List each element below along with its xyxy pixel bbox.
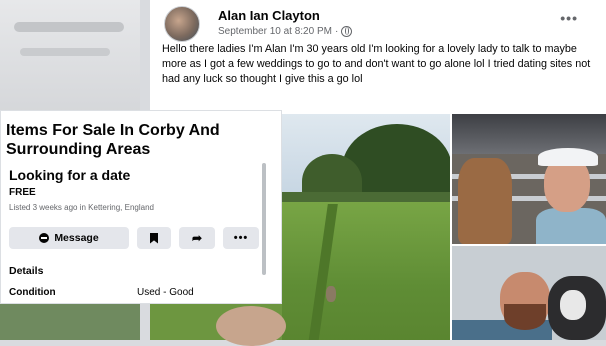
message-button[interactable]: Message bbox=[9, 227, 129, 249]
listing-price: FREE bbox=[9, 187, 36, 198]
more-dots-icon[interactable]: ••• bbox=[560, 10, 578, 26]
group-title: Items For Sale In Corby And Surrounding … bbox=[6, 122, 220, 158]
photo-bottom-strip bbox=[150, 302, 286, 346]
bookmark-icon bbox=[150, 232, 158, 244]
photo-dog-face bbox=[560, 290, 586, 320]
more-dots-icon: ••• bbox=[233, 232, 249, 244]
condition-value: Used - Good bbox=[137, 287, 194, 298]
details-heading: Details bbox=[9, 265, 44, 277]
blurred-text-line bbox=[14, 22, 124, 32]
scrollbar[interactable] bbox=[262, 163, 266, 275]
photo-beard bbox=[504, 304, 546, 330]
photo-horse bbox=[458, 158, 512, 244]
listing-title: Looking for a date bbox=[9, 167, 131, 183]
messenger-icon bbox=[39, 233, 50, 243]
photo-shirt bbox=[536, 208, 606, 244]
blurred-text-line bbox=[20, 48, 110, 56]
post-photo-horse-selfie[interactable] bbox=[452, 114, 606, 244]
condition-label: Condition bbox=[9, 287, 56, 298]
message-button-label: Message bbox=[54, 232, 99, 244]
post-photo-dog-selfie[interactable] bbox=[452, 246, 606, 340]
post-timestamp[interactable]: September 10 at 8:20 PM bbox=[218, 26, 332, 37]
share-icon: ➦ bbox=[191, 231, 203, 245]
globe-icon bbox=[341, 26, 353, 37]
blurred-grass bbox=[0, 300, 140, 340]
meta-separator: · bbox=[334, 26, 339, 37]
post-photo-field[interactable] bbox=[282, 114, 450, 340]
post-meta: September 10 at 8:20 PM · bbox=[218, 26, 353, 37]
listing-actions: Message ➦ ••• bbox=[9, 227, 259, 249]
avatar[interactable] bbox=[164, 6, 200, 42]
photo-cap bbox=[538, 148, 598, 166]
marketplace-listing-card: Items For Sale In Corby And Surrounding … bbox=[0, 110, 282, 304]
listing-location: Listed 3 weeks ago in Kettering, England bbox=[9, 203, 154, 212]
post-text: Hello there ladies I'm Alan I'm 30 years… bbox=[162, 43, 591, 85]
share-button[interactable]: ➦ bbox=[179, 227, 215, 249]
post-author[interactable]: Alan Ian Clayton bbox=[218, 8, 320, 23]
save-button[interactable] bbox=[137, 227, 171, 249]
post-header: Alan Ian Clayton September 10 at 8:20 PM… bbox=[162, 4, 602, 42]
photo-dog bbox=[326, 286, 336, 302]
photo-barn-roof bbox=[452, 114, 606, 154]
photo-field bbox=[282, 202, 450, 340]
photo-head bbox=[216, 306, 286, 346]
more-options-button[interactable]: ••• bbox=[223, 227, 259, 249]
